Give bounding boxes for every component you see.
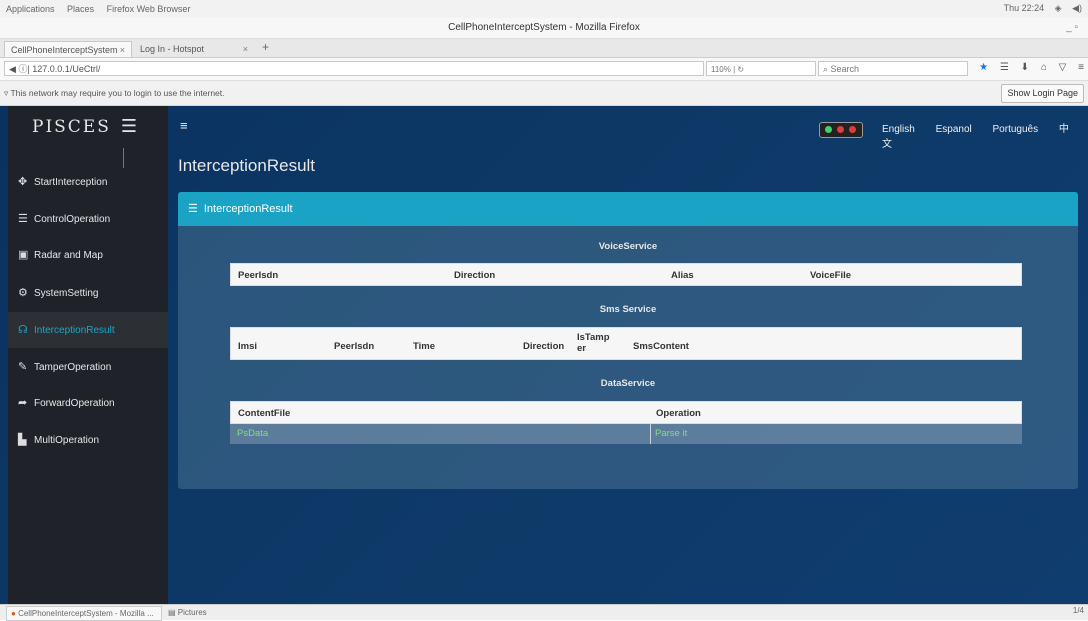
content-file-link[interactable]: PsData [237,428,268,439]
column-header[interactable]: Direction [523,341,564,352]
status-dot-green [825,126,832,133]
bookmark-star-icon[interactable]: ★ [979,62,988,73]
home-icon[interactable]: ⌂ [1041,62,1047,73]
tab-hotspot[interactable]: Log In - Hotspot × [134,41,254,57]
places-menu[interactable]: Places [67,4,94,14]
edit-icon: ✎ [18,361,28,373]
menu-icon[interactable]: ≡ [1078,62,1084,73]
tab-cellphone[interactable]: CellPhoneInterceptSystem × [4,41,132,57]
sidebar-item-tamper-operation[interactable]: ✎ TamperOperation [8,349,168,385]
pocket-icon[interactable]: ▽ [1059,62,1067,73]
panel-header: ☰ InterceptionResult [178,192,1078,226]
result-panel: ☰ InterceptionResult VoiceService PeerIsd… [178,192,1078,489]
bar-chart-icon: ▙ [18,434,27,446]
network-icon[interactable]: ◈ [1055,3,1062,13]
brand-title: PISCES [32,117,111,137]
lang-english[interactable]: English [882,124,915,135]
page-title: InterceptionResult [178,156,316,175]
hamburger-icon[interactable]: ☰ [121,116,139,137]
app-viewport: PISCES ☰ ✥ StartInterception ☰ ControlOpera… [0,106,1088,604]
window-title: CellPhoneInterceptSystem - Mozilla Firef… [448,22,640,33]
captive-portal-message: This network may require you to login to… [10,88,225,98]
window-titlebar: CellPhoneInterceptSystem - Mozilla Firef… [0,18,1088,39]
list-icon: ☰ [188,203,198,215]
data-table-header: ContentFile Operation [230,401,1022,424]
download-icon[interactable]: ⬇ [1021,62,1029,73]
divider [650,424,651,444]
new-tab-icon[interactable]: + [262,40,269,54]
taskbar: ● CellPhoneInterceptSystem - Mozilla ...… [0,604,1088,621]
sms-section-title: Sms Service [599,304,657,315]
info-icon[interactable]: ⓘ| [18,64,32,74]
sidebar-item-system-setting[interactable]: ⚙ SystemSetting [8,275,168,311]
list-icon: ☰ [18,213,28,225]
sidebar-item-start-interception[interactable]: ✥ StartInterception [8,164,168,200]
close-icon[interactable]: × [243,41,248,57]
status-dot-red [837,126,844,133]
sidebar-item-forward-operation[interactable]: ➦ ForwardOperation [8,385,168,421]
crosshair-icon: ✥ [18,176,28,188]
browser-app-menu[interactable]: Firefox Web Browser [107,4,191,14]
folder-icon: ▤ [168,608,178,617]
navigation-bar: ◀ ⓘ| 127.0.0.1/UeCtrl/ 110% | ↻ ⌕ Search… [0,58,1088,81]
headset-icon: ☊ [18,324,28,336]
parse-it-link[interactable]: Parse it [655,428,687,439]
column-header[interactable]: PeerIsdn [238,270,278,281]
data-section-title: DataService [600,378,656,389]
lang-portugues[interactable]: Português [993,124,1039,135]
column-header[interactable]: IsTamper [577,332,611,354]
app-header: ≡ English Espanol Português 中文 [168,106,1088,150]
column-header[interactable]: Imsi [238,341,257,352]
bookmarks-list-icon[interactable]: ☰ [1000,62,1009,73]
browser-toolbar: ★ ☰ ⬇ ⌂ ▽ ≡ [970,62,1084,73]
taskbar-item-pictures[interactable]: ▤ Pictures [164,606,207,619]
column-header[interactable]: SmsContent [633,341,689,352]
sms-table-header: Imsi PeerIsdn Time Direction IsTamper Sm… [230,327,1022,360]
toggle-menu-icon[interactable]: ≡ [180,118,188,133]
column-header[interactable]: Time [413,341,435,352]
url-input[interactable]: ◀ ⓘ| 127.0.0.1/UeCtrl/ [4,61,704,76]
os-top-bar: Applications Places Firefox Web Browser … [0,0,1088,19]
firefox-icon: ● [11,609,16,618]
language-switcher: English Espanol Português 中文 [882,120,1088,150]
brand: PISCES ☰ [8,106,168,148]
captive-portal-bar: ▿ This network may require you to login … [0,81,1088,106]
lang-espanol[interactable]: Espanol [936,124,972,135]
voice-section-title: VoiceService [598,241,658,252]
signal-indicator [819,122,863,138]
clock[interactable]: Thu 22:24 [1004,3,1045,13]
sidebar-item-interception-result[interactable]: ☊ InterceptionResult [8,312,168,348]
sidebar-item-multi-operation[interactable]: ▙ MultiOperation [8,422,168,458]
column-header[interactable]: Alias [671,270,694,281]
sidebar-item-control-operation[interactable]: ☰ ControlOperation [8,201,168,237]
table-row: PsData Parse it [230,424,1022,444]
close-icon[interactable]: × [120,42,125,58]
voice-table-header: PeerIsdn Direction Alias VoiceFile [230,263,1022,286]
share-icon: ➦ [18,397,28,409]
sidebar-item-radar-map[interactable]: ▣ Radar and Map [8,237,168,273]
column-header[interactable]: PeerIsdn [334,341,374,352]
column-header[interactable]: VoiceFile [810,270,851,281]
back-icon[interactable]: ◀ [9,64,16,74]
reload-icon[interactable]: | ↻ [733,65,744,74]
volume-icon[interactable]: ◀) [1072,3,1082,13]
search-icon: ⌕ [823,64,831,74]
search-input[interactable]: ⌕ Search [818,61,968,76]
column-header[interactable]: Operation [656,408,701,419]
gears-icon: ⚙ [18,287,28,299]
sidebar: PISCES ☰ ✥ StartInterception ☰ ControlOpera… [8,106,168,604]
status-dot-red [849,126,856,133]
tab-strip: CellPhoneInterceptSystem × Log In - Hotsp… [0,39,1088,58]
applications-menu[interactable]: Applications [6,4,55,14]
window-controls[interactable]: _ ▫ [1066,18,1078,38]
zoom-indicator[interactable]: 110% | ↻ [706,61,816,76]
column-header[interactable]: Direction [454,270,495,281]
show-login-button[interactable]: Show Login Page [1001,84,1084,103]
column-header[interactable]: ContentFile [238,408,290,419]
camera-icon: ▣ [18,249,29,261]
workspace-pager[interactable]: 1/4 [1073,606,1084,615]
